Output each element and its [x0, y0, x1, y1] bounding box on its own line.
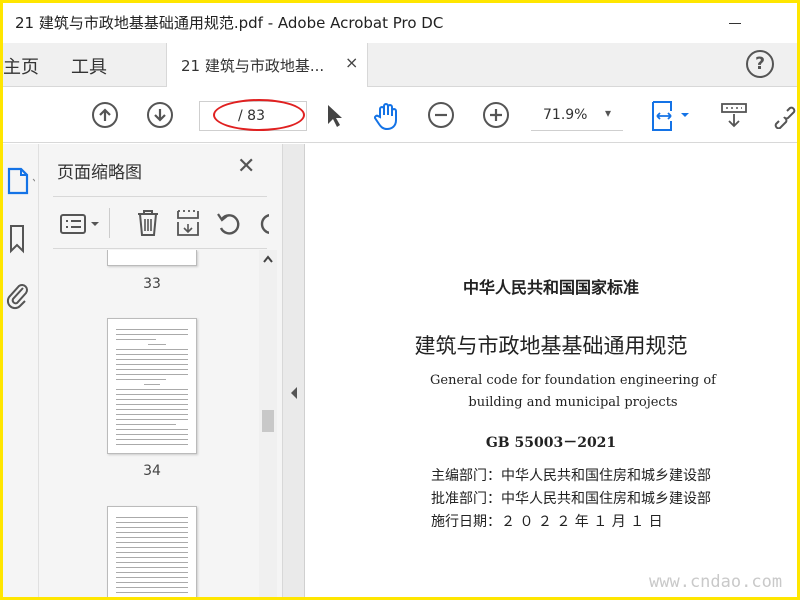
effective-date: 施行日期：２ ０ ２ ２ 年 １ 月 １ 日 — [431, 514, 663, 530]
bookmarks-nav-button[interactable] — [7, 224, 29, 254]
zoom-in-button[interactable] — [483, 102, 509, 128]
page-thumbnail-label: 34 — [143, 463, 161, 479]
options-menu-button[interactable] — [59, 212, 103, 236]
rotate-icon — [260, 214, 269, 234]
minimize-button[interactable] — [729, 23, 741, 24]
hand-tool-icon — [374, 103, 397, 131]
divider — [109, 208, 110, 238]
tab-document-label: 21 建筑与市政地基... — [181, 57, 325, 75]
rotate-icon — [217, 213, 240, 235]
tab-bar: 主页 工具 21 建筑与市政地基... × ? — [3, 43, 797, 87]
panel-close-icon[interactable]: ✕ — [237, 154, 255, 179]
thumbnail-list: 33 34 — [53, 250, 259, 597]
next-page-icon — [154, 109, 166, 122]
fit-page-button[interactable] — [649, 99, 693, 133]
hand-tool-button[interactable] — [371, 100, 403, 132]
document-page: 中华人民共和国国家标准 建筑与市政地基基础通用规范 General code f… — [305, 144, 797, 597]
approver-department: 批准部门：中华人民共和国住房和城乡建设部 — [431, 491, 711, 507]
standard-code: GB 55003－2021 — [485, 435, 617, 451]
zoom-out-button[interactable] — [428, 102, 454, 128]
tab-home[interactable]: 主页 — [3, 53, 39, 79]
tab-tools[interactable]: 工具 — [71, 53, 107, 79]
english-title: General code for foundation engineering … — [430, 373, 716, 410]
thumbnails-nav-button[interactable] — [5, 164, 35, 196]
options-icon — [60, 214, 99, 234]
next-page-button[interactable] — [147, 102, 173, 128]
red-annotation-ellipse — [213, 99, 305, 131]
thumbnail-scrollbar[interactable] — [259, 250, 277, 597]
window-title: 21 建筑与市政地基基础通用规范.pdf - Adobe Acrobat Pro… — [15, 14, 444, 32]
delete-icon — [138, 210, 158, 236]
attachment-icon — [6, 284, 28, 310]
extract-icon — [177, 210, 199, 236]
scroll-mode-button[interactable] — [719, 101, 749, 131]
page-thumbnail[interactable] — [107, 250, 197, 266]
rotate-left-button[interactable] — [215, 210, 243, 238]
scrollbar-thumb[interactable] — [262, 410, 274, 432]
main-toolbar: / 83 71.9% ▾ — [3, 87, 797, 143]
page-thumbnail[interactable] — [107, 506, 197, 597]
delete-pages-button[interactable] — [135, 208, 161, 238]
watermark: www.cndao.com — [649, 572, 783, 592]
editor-department: 主编部门：中华人民共和国住房和城乡建设部 — [431, 468, 711, 484]
zoom-in-icon — [490, 109, 502, 121]
chevron-down-icon: ▾ — [605, 106, 612, 120]
zoom-out-icon — [435, 113, 447, 117]
title-bar: 21 建筑与市政地基基础通用规范.pdf - Adobe Acrobat Pro… — [3, 3, 797, 43]
document-title: 建筑与市政地基基础通用规范 — [414, 334, 688, 358]
page-thumbnails-panel: 页面缩略图 ✕ 33 34 — [39, 144, 283, 597]
panel-title: 页面缩略图 — [57, 163, 142, 183]
tab-document[interactable]: 21 建筑与市政地基... × — [166, 43, 368, 87]
zoom-value: 71.9% — [543, 107, 588, 123]
navigation-rail — [3, 144, 39, 597]
select-tool-button[interactable] — [323, 103, 345, 129]
panel-splitter[interactable] — [283, 144, 305, 597]
attachments-nav-button[interactable] — [5, 280, 31, 310]
tab-close-icon[interactable]: × — [345, 53, 358, 72]
divider — [53, 196, 267, 197]
rotate-right-button[interactable] — [257, 210, 269, 238]
divider — [53, 248, 267, 249]
acrobat-window: 21 建筑与市政地基基础通用规范.pdf - Adobe Acrobat Pro… — [3, 3, 797, 597]
help-icon[interactable]: ? — [746, 50, 774, 78]
select-pointer-icon — [328, 105, 342, 127]
scroll-mode-icon — [721, 103, 747, 128]
prev-page-icon — [99, 108, 111, 121]
link-icon — [774, 106, 796, 129]
scroll-up-icon[interactable] — [262, 254, 274, 264]
extract-pages-button[interactable] — [175, 208, 201, 238]
link-button[interactable] — [773, 103, 797, 129]
fit-page-icon — [652, 101, 689, 131]
thumbnail-tools — [39, 200, 283, 248]
zoom-select[interactable]: 71.9% ▾ — [531, 101, 623, 131]
collapse-panel-icon[interactable] — [289, 386, 299, 400]
prev-page-button[interactable] — [92, 102, 118, 128]
thumbnails-icon — [7, 167, 35, 195]
bookmark-icon — [10, 225, 24, 254]
national-standard-heading: 中华人民共和国国家标准 — [462, 278, 639, 297]
